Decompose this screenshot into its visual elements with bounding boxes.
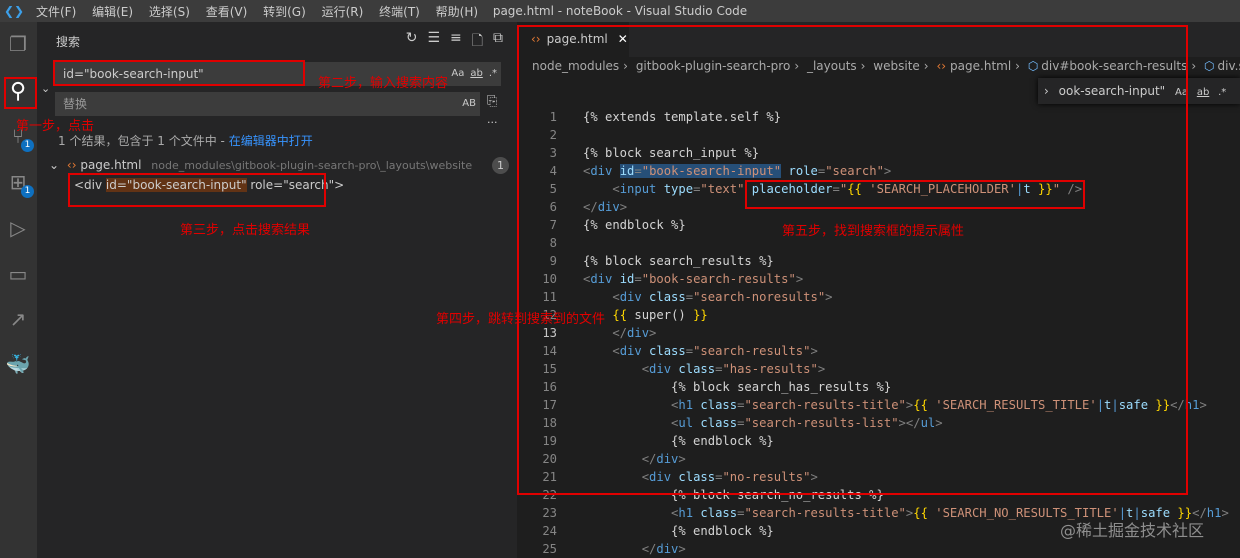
line-number: 23 xyxy=(542,506,557,520)
chevron-down-icon[interactable]: ⌄ xyxy=(49,158,59,172)
annotation-box-search-icon xyxy=(4,77,37,109)
line-number: 24 xyxy=(542,524,557,538)
code-token: < xyxy=(583,506,679,520)
menu-file[interactable]: 文件(F) xyxy=(36,5,76,19)
code-token: </ xyxy=(583,542,657,556)
watermark: @稀土掘金技术社区 xyxy=(1060,521,1205,540)
open-in-editor-link[interactable]: 在编辑器中打开 xyxy=(229,134,313,148)
result-file-name: page.html xyxy=(80,158,142,172)
code-token: {% endblock %} xyxy=(583,524,774,538)
menu-view[interactable]: 查看(V) xyxy=(206,5,248,19)
code-token: > xyxy=(1221,506,1229,520)
code-token: "search-results-title" xyxy=(744,506,906,520)
html-file-icon: ‹› xyxy=(66,158,77,172)
collapse-all-icon[interactable]: ⧉ xyxy=(493,30,503,54)
line-number: 25 xyxy=(542,542,557,556)
more-options-button[interactable]: ··· xyxy=(487,116,498,129)
remote-explorer-icon[interactable]: ▭ xyxy=(4,260,32,288)
menu-help[interactable]: 帮助(H) xyxy=(436,5,478,19)
find-regex-toggle[interactable]: .* xyxy=(1218,87,1226,98)
code-token: {{ xyxy=(913,506,928,520)
annotation-box-search-input xyxy=(53,60,305,86)
docker-icon[interactable]: 🐳 xyxy=(4,350,32,378)
extensions-badge: 1 xyxy=(21,185,34,198)
code-token: h1 xyxy=(1206,506,1222,520)
code-token: h1 xyxy=(678,506,694,520)
find-whole-word-toggle[interactable]: ab xyxy=(1197,87,1209,98)
code-line[interactable]: 25 </div> xyxy=(517,540,1229,558)
annotation-step4: 第四步，跳转到搜索到的文件 xyxy=(436,312,606,327)
code-token: class xyxy=(700,506,738,520)
menu-run[interactable]: 运行(R) xyxy=(322,5,364,19)
menu-go[interactable]: 转到(G) xyxy=(263,5,306,19)
annotation-step2: 第二步，输入搜索内容 xyxy=(318,76,449,91)
preserve-case-toggle[interactable]: AB xyxy=(462,92,476,116)
element-icon: ⬡ xyxy=(1204,59,1215,73)
extensions-icon[interactable]: ⊞ 1 xyxy=(4,168,34,198)
collapse-icon[interactable]: ≡ xyxy=(450,30,462,54)
replace-all-icon[interactable]: ⎘ xyxy=(487,94,497,109)
annotation-box-editor xyxy=(517,25,1188,495)
result-file-path: node_modules\gitbook-plugin-search-pro\_… xyxy=(151,159,473,172)
results-summary: 1 个结果，包含于 1 个文件中 - 在编辑器中打开 xyxy=(58,132,313,149)
annotation-step3: 第三步，点击搜索结果 xyxy=(180,223,311,238)
analytics-icon[interactable]: ↗ xyxy=(4,305,32,333)
match-case-toggle[interactable]: Aa xyxy=(451,62,464,86)
result-file[interactable]: ⌄ ‹› page.html node_modules\gitbook-plug… xyxy=(49,157,509,174)
search-sidebar: 搜索 ↻ ☰ ≡ 🗋 ⧉ ⌄ id="book-search-input" Aa… xyxy=(37,22,517,558)
replace-placeholder: 替换 xyxy=(63,97,88,111)
scm-badge: 1 xyxy=(21,139,34,152)
vscode-logo-icon: ❮❯ xyxy=(4,4,25,18)
annotation-step5: 第五步，找到搜索框的提示属性 xyxy=(782,224,965,239)
menu-edit[interactable]: 编辑(E) xyxy=(92,5,133,19)
sidebar-title: 搜索 xyxy=(56,35,81,49)
annotation-step1: 第一步，点击 xyxy=(16,119,95,134)
summary-text: 1 个结果，包含于 1 个文件中 - xyxy=(58,134,229,148)
replace-input[interactable]: 替换 AB xyxy=(55,92,480,116)
explorer-icon[interactable]: ❐ xyxy=(4,30,32,58)
code-token: > xyxy=(678,542,686,556)
menu-selection[interactable]: 选择(S) xyxy=(149,5,190,19)
result-count-badge: 1 xyxy=(492,157,509,174)
toggle-replace-chevron-icon[interactable]: ⌄ xyxy=(41,82,50,95)
menu-bar: 文件(F) 编辑(E) 选择(S) 查看(V) 转到(G) 运行(R) 终端(T… xyxy=(24,3,478,20)
search-toolbar: ↻ ☰ ≡ 🗋 ⧉ xyxy=(406,30,503,54)
code-token: div xyxy=(656,542,679,556)
new-search-editor-icon[interactable]: 🗋 xyxy=(472,30,483,54)
whole-word-toggle[interactable]: ab xyxy=(470,62,482,86)
refresh-icon[interactable]: ↻ xyxy=(406,30,418,54)
annotation-box-result xyxy=(68,173,326,207)
code-token: > xyxy=(1199,398,1207,412)
run-debug-icon[interactable]: ▷ xyxy=(4,214,32,242)
title-bar: ❮❯ 文件(F) 编辑(E) 选择(S) 查看(V) 转到(G) 运行(R) 终… xyxy=(0,0,1240,22)
annotation-box-placeholder xyxy=(745,180,1085,209)
breadcrumb-item[interactable]: div.search-n xyxy=(1218,59,1240,73)
regex-toggle[interactable]: .* xyxy=(489,62,497,86)
clear-results-icon[interactable]: ☰ xyxy=(427,30,440,54)
menu-terminal[interactable]: 终端(T) xyxy=(379,5,420,19)
